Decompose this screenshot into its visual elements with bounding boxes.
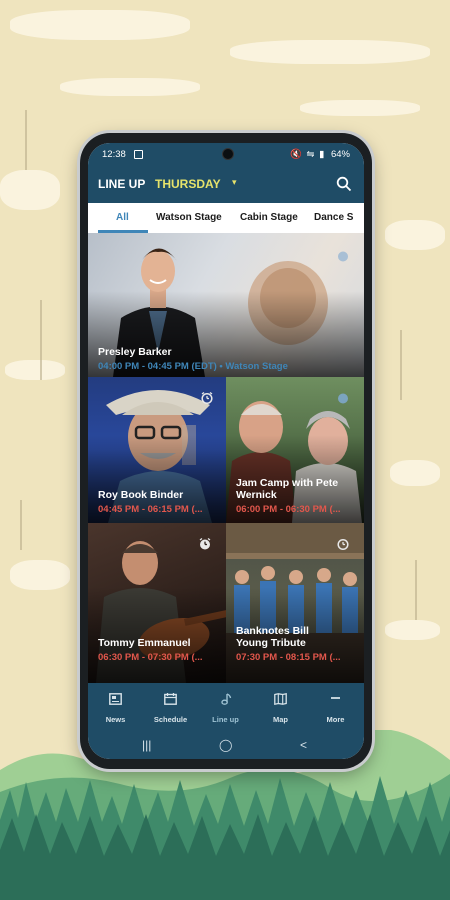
day-selector[interactable]: THURSDAY bbox=[155, 177, 221, 191]
music-note-icon bbox=[221, 693, 232, 705]
calendar-icon bbox=[164, 693, 177, 705]
performer-card[interactable]: Jam Camp with Pete Wernick 06:00 PM - 06… bbox=[226, 377, 364, 523]
stage-tabs: All Watson Stage Cabin Stage Dance S bbox=[88, 203, 364, 234]
tab-all[interactable]: All bbox=[116, 212, 129, 223]
search-icon[interactable] bbox=[336, 176, 352, 192]
performer-name: Tommy Emmanuel bbox=[98, 637, 191, 649]
alarm-icon[interactable] bbox=[336, 537, 350, 551]
notification-icon bbox=[134, 150, 143, 159]
news-icon bbox=[109, 693, 122, 705]
tab-dance-stage[interactable]: Dance S bbox=[314, 212, 353, 223]
performer-time: 04:00 PM - 04:45 PM (EDT) • Watson Stage bbox=[98, 361, 288, 372]
alarm-icon[interactable] bbox=[200, 391, 214, 405]
battery-level: 64% bbox=[330, 149, 350, 160]
nav-schedule[interactable]: Schedule bbox=[143, 683, 198, 733]
performer-name-line2: Young Tribute bbox=[236, 637, 306, 649]
nav-label: News bbox=[105, 715, 126, 724]
nav-label: Line up bbox=[212, 715, 239, 724]
more-icon bbox=[331, 697, 340, 699]
performer-name-line2: Wernick bbox=[236, 489, 277, 501]
map-icon bbox=[274, 693, 287, 705]
nav-more[interactable]: More bbox=[308, 683, 363, 733]
page-title: LINE UP bbox=[98, 177, 146, 191]
performer-card[interactable]: Tommy Emmanuel 06:30 PM - 07:30 PM (... bbox=[88, 523, 226, 683]
performer-card[interactable]: Roy Book Binder 04:45 PM - 06:15 PM (... bbox=[88, 377, 226, 523]
alarm-icon[interactable] bbox=[336, 249, 350, 263]
nav-map[interactable]: Map bbox=[253, 683, 308, 733]
performer-name: Roy Book Binder bbox=[98, 489, 184, 501]
status-right: 🔇 ⇋ ▮ 64% bbox=[290, 149, 350, 160]
nav-label: Map bbox=[273, 715, 288, 724]
nav-label: More bbox=[326, 715, 345, 724]
lineup-grid: Presley Barker 04:00 PM - 04:45 PM (EDT)… bbox=[88, 233, 364, 683]
app-bar: LINE UP THURSDAY ▾ bbox=[88, 165, 364, 203]
performer-time: 04:45 PM - 06:15 PM (... bbox=[98, 504, 203, 515]
nav-line-up[interactable]: Line up bbox=[198, 683, 253, 733]
status-indicators: 🔇 ⇋ ▮ bbox=[290, 149, 326, 160]
status-bar: 12:38 🔇 ⇋ ▮ 64% bbox=[88, 143, 364, 165]
front-camera bbox=[222, 148, 234, 160]
performer-name: Banknotes Bill bbox=[236, 625, 309, 637]
performer-time: 06:30 PM - 07:30 PM (... bbox=[98, 652, 203, 663]
status-time: 12:38 bbox=[102, 149, 126, 160]
nav-label: Schedule bbox=[153, 715, 188, 724]
nav-news[interactable]: News bbox=[88, 683, 143, 733]
performer-card[interactable]: Presley Barker 04:00 PM - 04:45 PM (EDT)… bbox=[88, 233, 364, 377]
alarm-set-icon[interactable] bbox=[198, 537, 212, 551]
bottom-nav: News Schedule Line up Map More bbox=[88, 683, 364, 733]
app-screen: 12:38 🔇 ⇋ ▮ 64% LINE UP THURSDAY ▾ All W… bbox=[88, 143, 364, 759]
alarm-icon[interactable] bbox=[336, 391, 350, 405]
performer-time: 06:00 PM - 06:30 PM (... bbox=[236, 504, 341, 515]
back-button[interactable]: < bbox=[300, 738, 307, 752]
system-nav-bar: ||| ◯ < bbox=[88, 733, 364, 759]
performer-name: Presley Barker bbox=[98, 346, 172, 358]
performer-name: Jam Camp with Pete bbox=[236, 477, 339, 489]
performer-card[interactable]: Banknotes Bill Young Tribute 07:30 PM - … bbox=[226, 523, 364, 683]
card-shade bbox=[88, 587, 226, 683]
tab-watson-stage[interactable]: Watson Stage bbox=[156, 212, 222, 223]
chevron-down-icon[interactable]: ▾ bbox=[232, 177, 237, 188]
tab-cabin-stage[interactable]: Cabin Stage bbox=[240, 212, 298, 223]
performer-time: 07:30 PM - 08:15 PM (... bbox=[236, 652, 341, 663]
home-button[interactable]: ◯ bbox=[219, 738, 232, 752]
recents-button[interactable]: ||| bbox=[142, 738, 151, 752]
